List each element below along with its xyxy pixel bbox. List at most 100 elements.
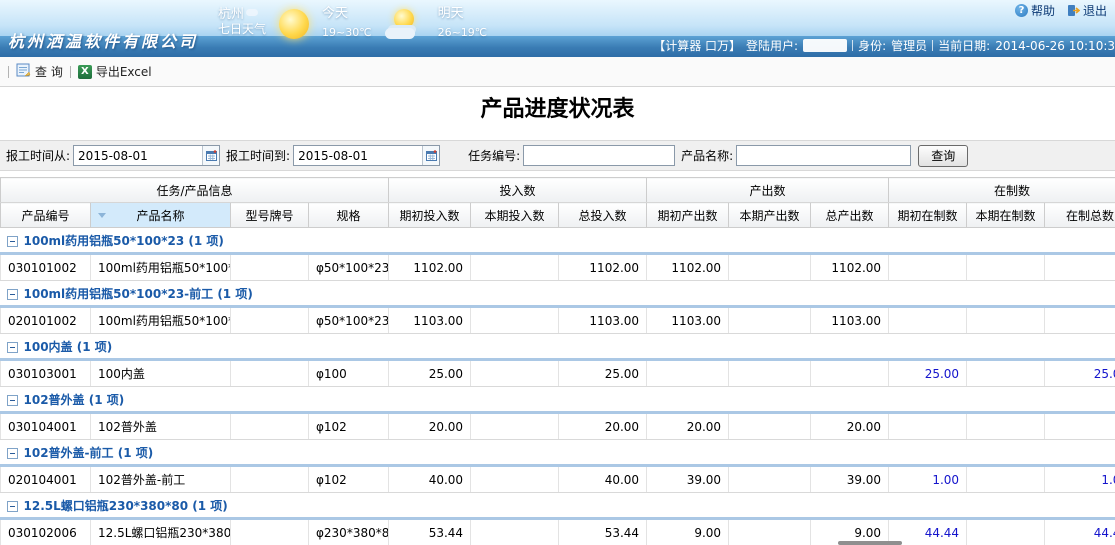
cell: 1103.00 xyxy=(389,307,471,334)
cell xyxy=(967,413,1045,440)
calendar-icon[interactable] xyxy=(202,146,219,165)
cell xyxy=(729,254,811,281)
banner-links: ? 帮助 退出 xyxy=(1015,2,1107,19)
table-row[interactable]: 030103001100内盖φ10025.0025.0025.0025.00 xyxy=(1,360,1115,387)
collapse-icon[interactable] xyxy=(7,289,18,300)
from-date-input[interactable] xyxy=(74,146,202,165)
cell xyxy=(967,307,1045,334)
column-header[interactable]: 总投入数 xyxy=(559,203,647,228)
report-grid: 任务/产品信息投入数产出数在制数产品编号产品名称型号牌号规格期初投入数本期投入数… xyxy=(0,177,1115,545)
weather-city: 杭州 xyxy=(218,7,244,22)
task-no-label: 任务编号: xyxy=(468,147,520,164)
group-row[interactable]: 100ml药用铝瓶50*100*23 (1 项) xyxy=(1,228,1115,254)
cell[interactable]: 25.00 xyxy=(1045,360,1115,387)
today-label: 今天 xyxy=(322,7,372,21)
group-cell: 102普外盖-前工 (1 项) xyxy=(1,440,1115,466)
table-row[interactable]: 030101002100ml药用铝瓶50*100*23φ50*100*23110… xyxy=(1,254,1115,281)
column-header[interactable]: 本期产出数 xyxy=(729,203,811,228)
column-group-header: 产出数 xyxy=(647,178,889,203)
group-row[interactable]: 102普外盖-前工 (1 项) xyxy=(1,440,1115,466)
status-separator xyxy=(932,40,933,51)
column-header[interactable]: 型号牌号 xyxy=(231,203,309,228)
cell: φ100 xyxy=(309,360,389,387)
cell xyxy=(967,519,1045,545)
query-button[interactable]: 查 询 xyxy=(16,63,63,81)
table-row[interactable]: 020104001102普外盖-前工φ10240.0040.0039.0039.… xyxy=(1,466,1115,493)
collapse-icon[interactable] xyxy=(7,236,18,247)
cell: 1103.00 xyxy=(647,307,729,334)
column-header[interactable]: 期初在制数 xyxy=(889,203,967,228)
column-header[interactable]: 在制总数 xyxy=(1045,203,1115,228)
cell: 030101002 xyxy=(1,254,91,281)
group-row[interactable]: 100ml药用铝瓶50*100*23-前工 (1 项) xyxy=(1,281,1115,307)
cell xyxy=(471,254,559,281)
page-title: 产品进度状况表 xyxy=(0,95,1115,125)
table-row[interactable]: 020101002100ml药用铝瓶50*100*23-...φ50*100*2… xyxy=(1,307,1115,334)
weather-forecast-label: 七日天气 xyxy=(218,22,266,37)
cell[interactable]: 1.00 xyxy=(889,466,967,493)
cell: 030103001 xyxy=(1,360,91,387)
to-date-input[interactable] xyxy=(294,146,422,165)
cell: 53.44 xyxy=(559,519,647,545)
mini-weather-icon xyxy=(246,9,258,16)
to-date-label: 报工时间到: xyxy=(226,147,290,164)
company-logo: 杭州洒温软件有限公司 xyxy=(8,28,198,52)
collapse-icon[interactable] xyxy=(7,342,18,353)
cell[interactable]: 1.00 xyxy=(1045,466,1115,493)
cell: 1102.00 xyxy=(811,254,889,281)
column-header[interactable]: 产品名称 xyxy=(91,203,231,228)
cloud-part-icon xyxy=(385,28,415,39)
column-group-header: 在制数 xyxy=(889,178,1115,203)
export-excel-button[interactable]: X 导出Excel xyxy=(78,63,152,80)
table-row[interactable]: 03010200612.5L螺口铝瓶230*380*80φ230*380*805… xyxy=(1,519,1115,545)
collapse-icon[interactable] xyxy=(7,395,18,406)
from-date-box xyxy=(73,145,220,166)
tomorrow-label: 明天 xyxy=(438,7,488,21)
group-row[interactable]: 100内盖 (1 项) xyxy=(1,334,1115,360)
column-header[interactable]: 规格 xyxy=(309,203,389,228)
cell xyxy=(967,254,1045,281)
filter-bar: 报工时间从: 报工时间到: 任务编号: 产品名称: 查询 xyxy=(0,140,1115,171)
search-button[interactable]: 查询 xyxy=(918,145,968,167)
toolbar: 查 询 X 导出Excel xyxy=(0,57,1115,87)
exit-link[interactable]: 退出 xyxy=(1067,2,1107,19)
cell xyxy=(729,519,811,545)
collapse-icon[interactable] xyxy=(7,448,18,459)
column-header[interactable]: 本期投入数 xyxy=(471,203,559,228)
help-link[interactable]: ? 帮助 xyxy=(1015,2,1055,19)
group-title: 102普外盖 (1 项) xyxy=(24,393,125,407)
group-title: 12.5L螺口铝瓶230*380*80 (1 项) xyxy=(24,499,228,513)
collapse-icon[interactable] xyxy=(7,501,18,512)
cell xyxy=(231,466,309,493)
cell[interactable]: 44.44 xyxy=(1045,519,1115,545)
cell[interactable]: 25.00 xyxy=(889,360,967,387)
calendar-icon[interactable] xyxy=(422,146,439,165)
cell: 100ml药用铝瓶50*100*23 xyxy=(91,254,231,281)
product-name-input[interactable] xyxy=(736,145,911,166)
tomorrow-temperature: 26~19℃ xyxy=(438,26,488,40)
table-row[interactable]: 030104001102普外盖φ10220.0020.0020.0020.00 xyxy=(1,413,1115,440)
column-header[interactable]: 总产出数 xyxy=(811,203,889,228)
quick-tools-link[interactable]: 【计算器 口万】 xyxy=(653,37,741,54)
group-cell: 100ml药用铝瓶50*100*23-前工 (1 项) xyxy=(1,281,1115,307)
cell: 1103.00 xyxy=(559,307,647,334)
group-cell: 102普外盖 (1 项) xyxy=(1,387,1115,413)
cell: 25.00 xyxy=(559,360,647,387)
horizontal-scrollbar-thumb[interactable] xyxy=(838,541,902,545)
group-cell: 12.5L螺口铝瓶230*380*80 (1 项) xyxy=(1,493,1115,519)
cell xyxy=(471,413,559,440)
group-row[interactable]: 102普外盖 (1 项) xyxy=(1,387,1115,413)
group-title: 102普外盖-前工 (1 项) xyxy=(24,446,154,460)
cell xyxy=(729,413,811,440)
task-no-input[interactable] xyxy=(523,145,675,166)
column-header[interactable]: 本期在制数 xyxy=(967,203,1045,228)
column-header[interactable]: 期初投入数 xyxy=(389,203,471,228)
cell xyxy=(967,466,1045,493)
column-header[interactable]: 期初产出数 xyxy=(647,203,729,228)
group-row[interactable]: 12.5L螺口铝瓶230*380*80 (1 项) xyxy=(1,493,1115,519)
cell: φ230*380*80 xyxy=(309,519,389,545)
query-form-icon xyxy=(16,63,31,81)
cell: 102普外盖-前工 xyxy=(91,466,231,493)
cell xyxy=(889,307,967,334)
column-header[interactable]: 产品编号 xyxy=(1,203,91,228)
